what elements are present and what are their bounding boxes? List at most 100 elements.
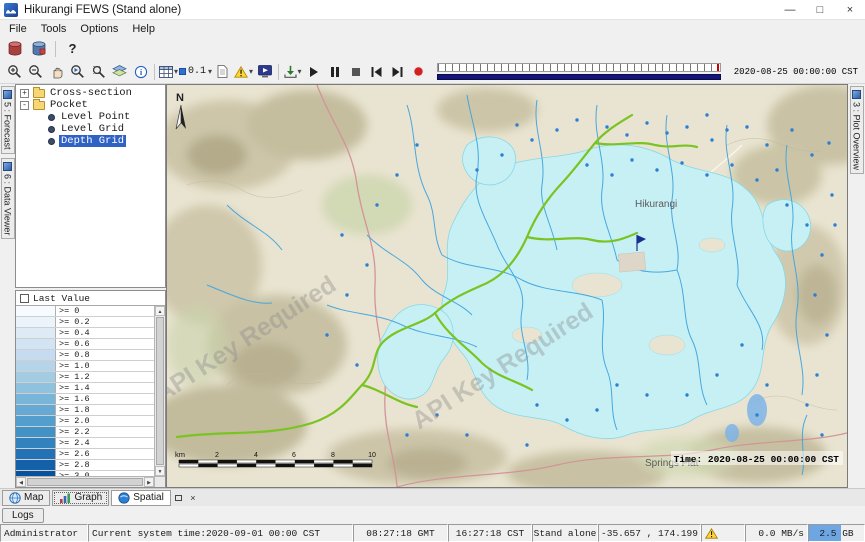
menu-tools[interactable]: Tools — [35, 22, 75, 36]
scroll-up-icon[interactable]: ▲ — [155, 306, 165, 316]
scroll-left-icon[interactable]: ◀ — [16, 477, 26, 487]
legend-label: >= 2.0 — [56, 416, 154, 426]
go-to-end-button[interactable] — [387, 62, 408, 82]
stop-button[interactable] — [345, 62, 366, 82]
legend-row: >= 2.6 — [16, 449, 154, 460]
warning-icon — [234, 66, 248, 78]
legend-label: >= 1.2 — [56, 372, 154, 382]
map-area: API Key Required API Key Required Hikura… — [166, 84, 848, 488]
previous-zoom-button[interactable] — [67, 62, 88, 82]
profile-button[interactable] — [212, 62, 233, 82]
legend-color-swatch — [16, 405, 56, 415]
legend-row: >= 0 — [16, 306, 154, 317]
legend-horizontal-scrollbar[interactable]: ◀ ▶ — [16, 476, 154, 487]
main-toolbar: i ▾ 0.1 ▾ ▾ ▾ 2020-08 — [0, 60, 865, 84]
tree-item-label: Pocket — [48, 99, 90, 111]
zoom-in-icon — [7, 64, 22, 79]
tab-label: Graph — [74, 492, 102, 503]
timeline-slider[interactable] — [437, 63, 721, 80]
legend-label: >= 1.6 — [56, 394, 154, 404]
zoom-in-button[interactable] — [4, 62, 25, 82]
svg-text:4: 4 — [254, 452, 258, 459]
tree-item[interactable]: Depth Grid — [16, 135, 165, 147]
chart-icon — [59, 492, 71, 504]
warning-dropdown[interactable]: ▾ — [233, 62, 254, 82]
zoom-out-button[interactable] — [25, 62, 46, 82]
tree-item[interactable]: - Pocket — [16, 99, 165, 111]
scroll-right-icon[interactable]: ▶ — [144, 477, 154, 487]
layers-icon — [112, 65, 127, 78]
legend-color-swatch — [16, 306, 56, 316]
legend-row: >= 1.4 — [16, 383, 154, 394]
info-button[interactable]: i — [130, 62, 151, 82]
tab-graph[interactable]: Graph — [52, 490, 109, 506]
status-warning[interactable] — [701, 524, 745, 542]
tab-map[interactable]: Map — [2, 490, 50, 506]
top-toolbar: ? — [0, 37, 865, 60]
help-button[interactable]: ? — [62, 39, 83, 59]
app-icon — [4, 3, 18, 17]
dot-icon — [48, 138, 55, 145]
tab-spatial[interactable]: Spatial — [111, 490, 171, 506]
scrollbar-thumb[interactable] — [27, 478, 143, 486]
pause-button[interactable] — [324, 62, 345, 82]
play-button[interactable] — [303, 62, 324, 82]
menu-file[interactable]: File — [3, 22, 35, 36]
tree-item[interactable]: Level Point — [16, 111, 165, 123]
layers-button[interactable] — [109, 62, 130, 82]
folder-icon — [33, 101, 45, 110]
skip-end-icon — [392, 67, 403, 77]
interval-icon — [179, 68, 186, 75]
status-coordinates: -35.657 , 174.199 — [598, 524, 701, 542]
dock-tab-data-viewer[interactable]: 6 : Data Viewer — [1, 158, 15, 239]
status-bar: Administrator Current system time:2020-0… — [0, 524, 865, 542]
go-to-start-button[interactable] — [366, 62, 387, 82]
logs-button[interactable]: Logs — [2, 508, 44, 523]
display-icon — [258, 65, 272, 78]
dock-tab-plot-overview[interactable]: 3 : Plot Overview — [850, 86, 864, 174]
scrollbar-thumb[interactable] — [156, 317, 164, 465]
zoom-extent-button[interactable] — [88, 62, 109, 82]
database-button[interactable] — [4, 39, 25, 59]
play-icon — [309, 67, 319, 77]
legend-header: Last Value — [16, 291, 165, 306]
dock-tab-forecast[interactable]: 5 : Forecast — [1, 86, 15, 154]
last-value-checkbox[interactable] — [20, 294, 29, 303]
record-icon — [413, 66, 424, 77]
info-icon: i — [134, 65, 148, 79]
time-cursor[interactable] — [717, 64, 719, 71]
zoom-previous-icon — [70, 64, 85, 79]
export-animation-dropdown[interactable]: ▾ — [282, 62, 303, 82]
forecast-tab-icon — [3, 90, 12, 99]
legend-label: >= 2.4 — [56, 438, 154, 448]
animation-display-button[interactable] — [254, 62, 275, 82]
timeline-ruler[interactable] — [437, 63, 721, 72]
tree-item[interactable]: Level Grid — [16, 123, 165, 135]
legend-row: >= 1.0 — [16, 361, 154, 372]
menu-options[interactable]: Options — [74, 22, 126, 36]
legend-color-swatch — [16, 383, 56, 393]
tree-expander[interactable]: + — [20, 89, 29, 98]
maximize-button[interactable]: □ — [805, 0, 835, 19]
tree-item[interactable]: +Cross-section — [16, 87, 165, 99]
pan-button[interactable] — [46, 62, 67, 82]
float-icon — [175, 495, 182, 501]
tree-expander[interactable]: - — [20, 101, 29, 110]
grid-display-button[interactable]: ▾ — [158, 62, 179, 82]
map-canvas[interactable]: API Key Required API Key Required Hikura… — [167, 85, 847, 487]
minimize-button[interactable]: — — [775, 0, 805, 19]
scroll-down-icon[interactable]: ▼ — [155, 466, 165, 476]
close-button[interactable]: × — [835, 0, 865, 19]
tree-item-label: Depth Grid — [59, 135, 126, 147]
legend-vertical-scrollbar[interactable]: ▲ ▼ — [154, 306, 165, 476]
svg-text:8: 8 — [331, 452, 335, 459]
close-panel-button[interactable]: × — [187, 492, 199, 504]
legend-row: >= 2.8 — [16, 460, 154, 471]
float-panel-button[interactable] — [173, 492, 185, 504]
chevron-down-icon: ▾ — [249, 68, 253, 76]
record-button[interactable] — [408, 62, 429, 82]
explorer-button[interactable] — [28, 39, 49, 59]
menu-help[interactable]: Help — [126, 22, 163, 36]
bottom-tab-bar: Map Graph Spatial × — [0, 488, 865, 506]
interval-dropdown[interactable]: 0.1 ▾ — [179, 62, 212, 82]
